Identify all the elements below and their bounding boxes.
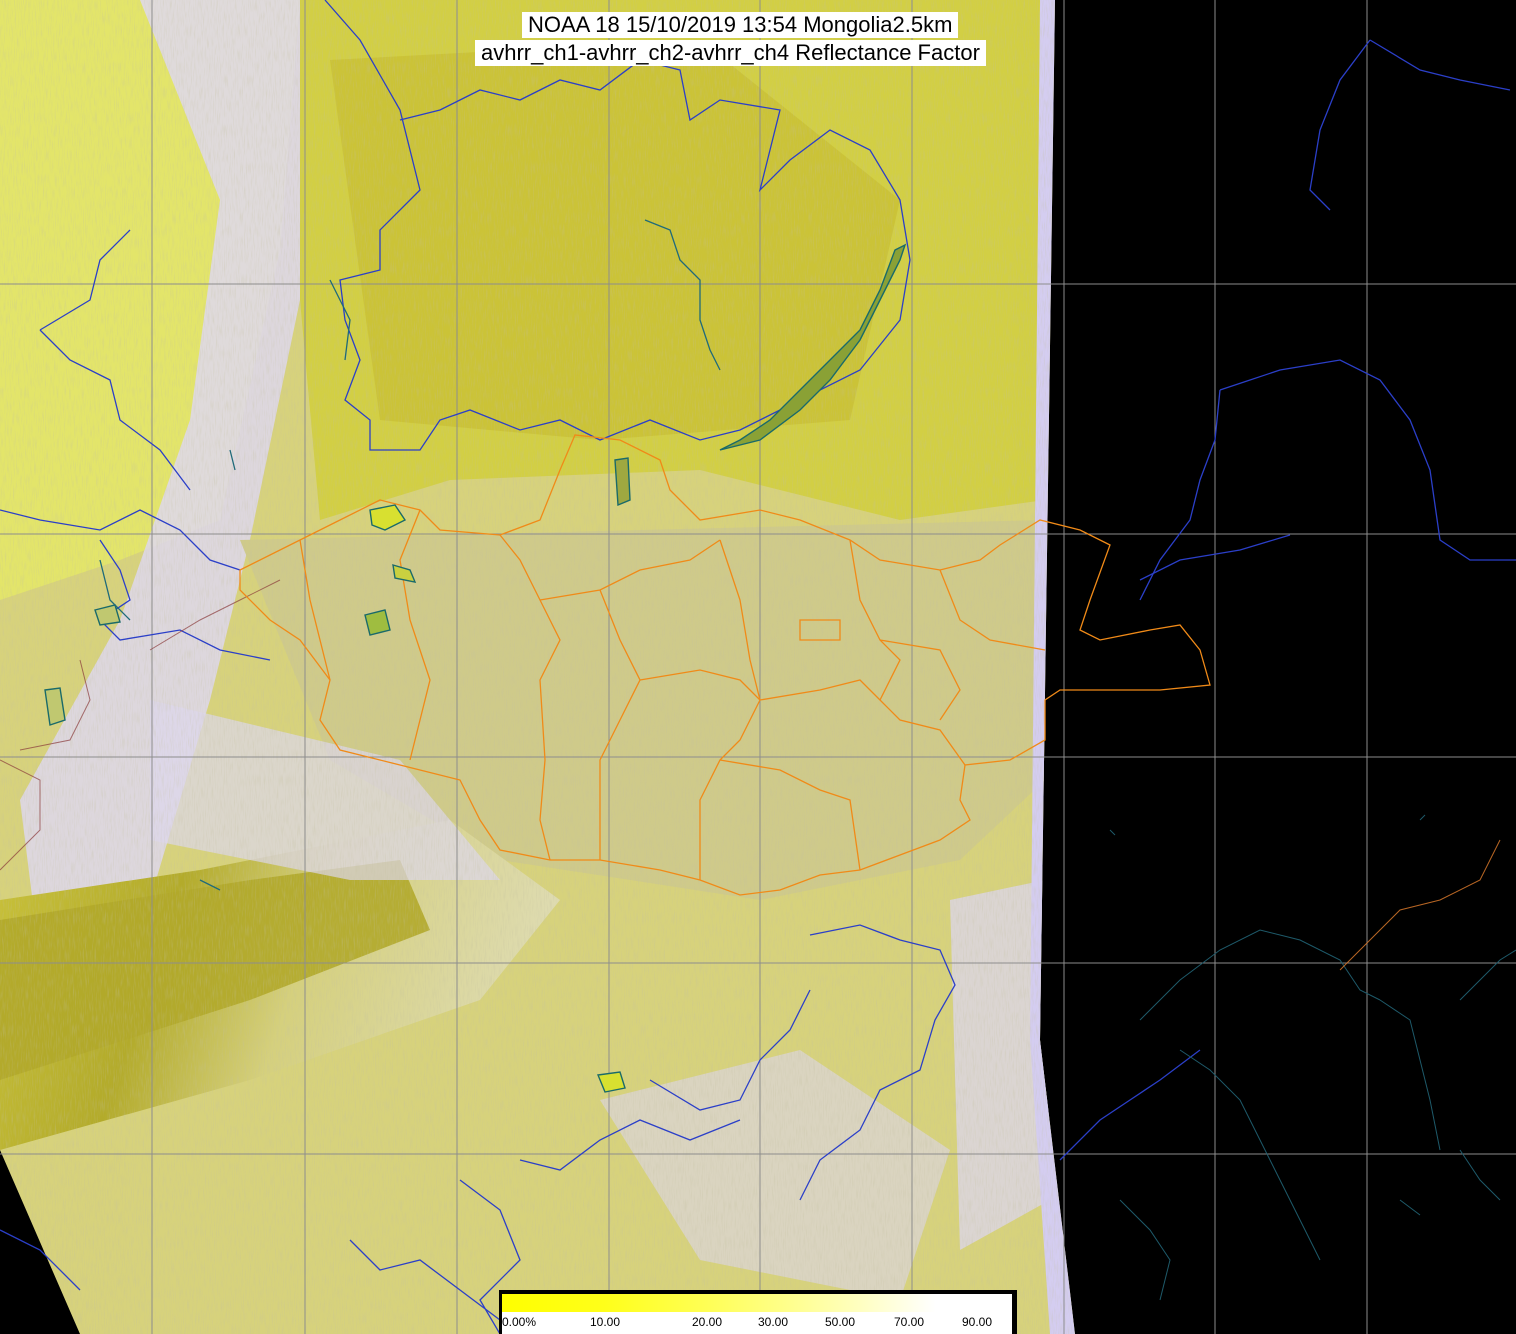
map-canvas [0,0,1516,1334]
foreign-province-borders [1339,839,1501,971]
colorbar-label-strip: 0.00% 10.00 20.00 30.00 50.00 70.00 90.0… [502,1312,1012,1334]
colorbar-label: 30.00 [758,1315,789,1329]
colorbar-label: 50.00 [825,1315,856,1329]
colorbar-gradient [502,1294,1012,1312]
colorbar-label: 10.00 [590,1315,621,1329]
map-title-line-2: avhrr_ch1-avhrr_ch2-avhrr_ch4 Reflectanc… [475,40,986,66]
satellite-map-view: NOAA 18 15/10/2019 13:54 Mongolia2.5km a… [0,0,1516,1334]
coastlines [1109,814,1516,1301]
colorbar-legend: 0.00% 10.00 20.00 30.00 50.00 70.00 90.0… [499,1290,1017,1334]
colorbar-label: 70.00 [894,1315,925,1329]
colorbar-label: 90.00 [962,1315,993,1329]
satellite-swath [0,0,1075,1334]
colorbar-label: 20.00 [692,1315,723,1329]
map-title-line-1: NOAA 18 15/10/2019 13:54 Mongolia2.5km [522,12,959,38]
colorbar-label: 0.00% [502,1315,537,1329]
